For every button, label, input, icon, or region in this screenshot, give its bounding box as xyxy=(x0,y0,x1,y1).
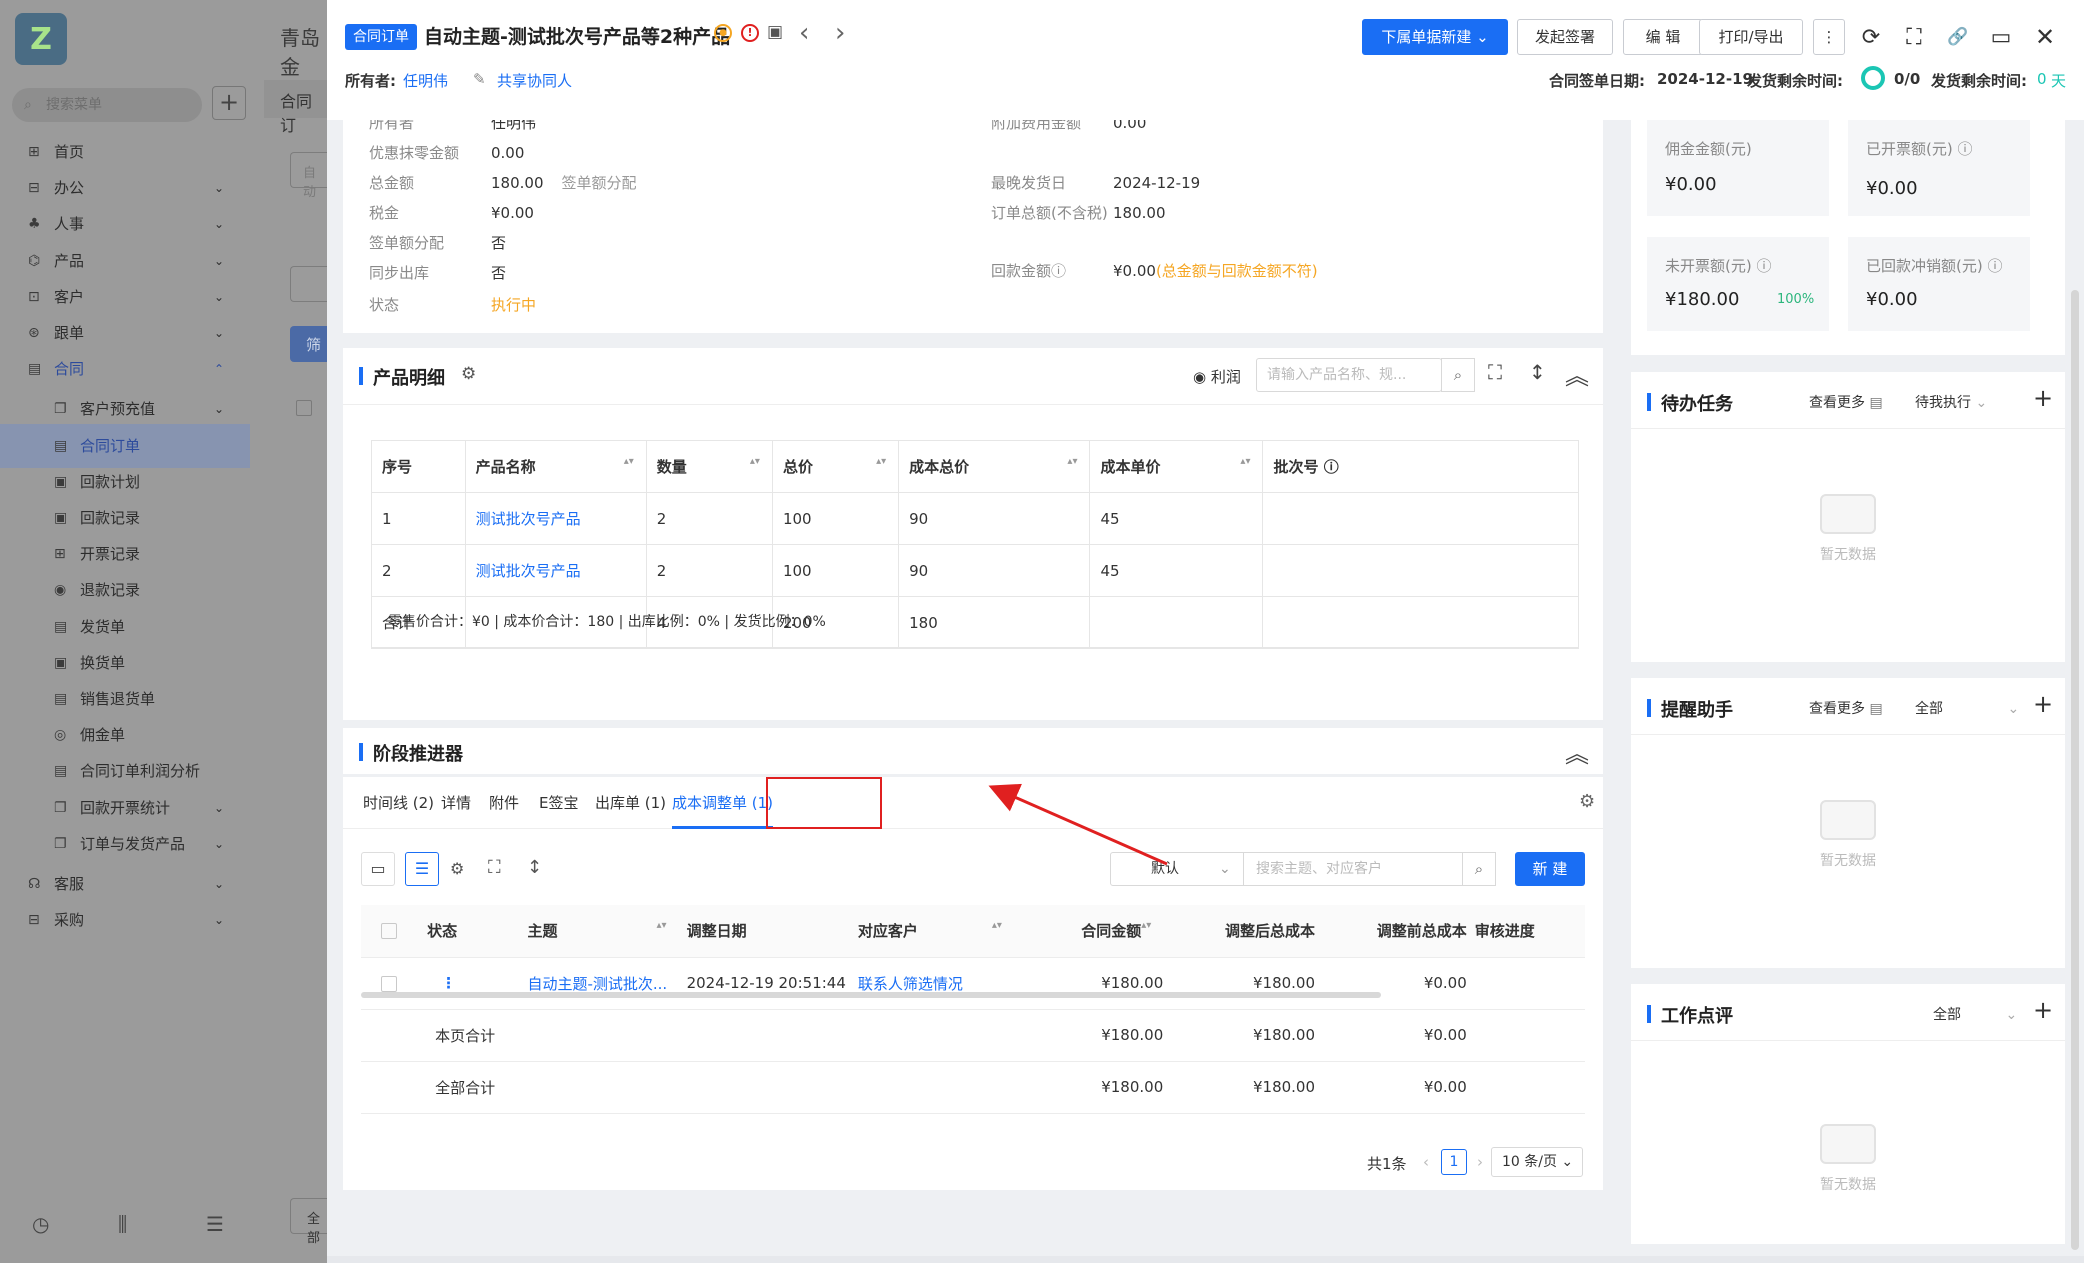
ship-ratio: 0/0 xyxy=(1894,70,1921,88)
drawer-header: 合同订单 自动主题-测试批次号产品等2种产品 ● ! ▣ ‹ › 下属单据新建 … xyxy=(327,0,2084,120)
pencil-icon: ✎ xyxy=(473,70,486,88)
ship-remaining-label: 发货剩余时间: xyxy=(1747,72,1843,90)
video-icon[interactable]: ▣ xyxy=(767,22,783,42)
status-dot-icon[interactable]: ● xyxy=(714,24,732,42)
contract-order-detail-drawer: 合同订单 自动主题-测试批次号产品等2种产品 ● ! ▣ ‹ › 下属单据新建 … xyxy=(327,0,2084,1256)
reminder-card: 提醒助手 查看更多 ▤ 全部 ⌄ + 暂无数据 xyxy=(1631,678,2065,968)
settings-sliders-icon[interactable]: ⫼ xyxy=(118,1212,127,1236)
bg-tab-label: 合同订 xyxy=(280,92,313,135)
record-title: 自动主题-测试批次号产品等2种产品 xyxy=(424,26,731,48)
next-record-icon[interactable]: › xyxy=(835,18,845,48)
bg-total-fragment: 全部 xyxy=(290,1198,327,1246)
stat-commission: 佣金金额(元) ¥0.00 xyxy=(1647,120,1829,216)
owner-label: 所有者: xyxy=(345,72,396,90)
empty-box-icon xyxy=(1820,800,1876,840)
sidebar-item-purchase[interactable]: ⊟ 采购 ⌄ xyxy=(0,898,250,942)
bg-checkbox xyxy=(296,400,312,416)
reminder-empty-state: 暂无数据 xyxy=(1773,800,1923,870)
share-collaborators-link[interactable]: 共享协同人 xyxy=(497,70,572,91)
sidebar-item-label: 合同 xyxy=(54,360,85,379)
menu-search-placeholder: 搜索菜单 xyxy=(46,97,102,113)
add-reminder-icon[interactable]: + xyxy=(2033,690,2053,718)
sign-date-label: 合同签单日期: xyxy=(1549,72,1645,90)
record-type-tag: 合同订单 xyxy=(345,24,417,50)
reminder-more-link[interactable]: 查看更多 ▤ xyxy=(1809,698,1883,718)
ship-remaining-label-2: 发货剩余时间: xyxy=(1931,72,2027,90)
empty-box-icon xyxy=(1820,1124,1876,1164)
chevron-icon: ⌃ xyxy=(214,362,225,377)
uninvoiced-percent: 100% xyxy=(1777,292,1815,307)
stat-writeoff: 已回款冲销额(元) ⓘ ¥0.00 xyxy=(1848,237,2030,331)
bg-input-fragment xyxy=(290,266,327,302)
sidebar-item-order-delivery[interactable]: ❐ 订单与发货产品 ⌄ xyxy=(0,822,250,866)
todo-more-link[interactable]: 查看更多 ▤ xyxy=(1809,392,1883,412)
stat-uninvoiced: 未开票额(元) ⓘ ¥180.00 100% xyxy=(1647,237,1829,331)
collapse-menu-icon[interactable]: ☰ xyxy=(206,1212,224,1236)
initiate-signing-button[interactable]: 发起签署 xyxy=(1517,19,1613,55)
more-actions-button[interactable]: ⋮ xyxy=(1813,19,1845,55)
sidebar: Z 青岛金 ⌕ 搜索菜单 + ⊞ 首页 ⊟ 办公 ⌄ ♣ 人事 ⌄ ⌬ 产品 ⌄ ⊡ 客户 ⌄ ⊛ 跟单 ⌄ ▤ 合… xyxy=(0,0,327,1263)
todo-empty-state: 暂无数据 xyxy=(1773,494,1923,564)
side-scrollbar[interactable] xyxy=(2071,290,2079,1250)
review-title: 工作点评 xyxy=(1647,1002,1733,1028)
purchase-icon: ⊟ xyxy=(28,912,40,929)
sign-date-value: 2024-12-19 xyxy=(1657,70,1753,88)
bg-search-fragment: 自动 xyxy=(290,152,327,200)
ship-progress-ring xyxy=(1861,66,1885,90)
detail-main-column: 所有者 任明伟 优惠抹零金额 0.00 总金额 180.00 签单额分配 税金 ¥0.00 签单额… xyxy=(327,120,1619,1256)
company-name: 青岛金 xyxy=(280,26,320,79)
work-review-card: 工作点评 全部 ⌄ + 暂无数据 xyxy=(1631,984,2065,1244)
previous-record-icon[interactable]: ‹ xyxy=(799,18,809,48)
close-icon[interactable]: ✕ xyxy=(2031,22,2059,52)
link-icon[interactable]: 🔗 xyxy=(1944,22,1972,52)
owner-link[interactable]: 任明伟 xyxy=(403,70,448,91)
review-filter-select[interactable]: 全部 ⌄ xyxy=(1933,1004,2017,1024)
order-delivery-icon: ❐ xyxy=(54,835,67,852)
bg-tab-fragment: 合同订 xyxy=(264,80,327,135)
ship-days-unit: 天 xyxy=(2051,72,2067,90)
chevron-icon: ⌄ xyxy=(214,836,225,851)
reminder-title: 提醒助手 xyxy=(1647,696,1733,722)
review-empty-state: 暂无数据 xyxy=(1773,1124,1923,1194)
amount-stats-card: 佣金金额(元) ¥0.00 已开票额(元) ⓘ ¥0.00 未开票额(元) ⓘ … xyxy=(1631,120,2065,355)
history-icon[interactable]: ◷ xyxy=(32,1212,49,1236)
edit-button[interactable]: 编 辑 xyxy=(1623,19,1703,55)
refresh-icon[interactable]: ⟳ xyxy=(1857,22,1885,52)
add-menu-button[interactable]: + xyxy=(212,86,246,120)
search-icon: ⌕ xyxy=(24,97,32,113)
todo-title: 待办任务 xyxy=(1647,390,1733,416)
ship-days-value: 0 xyxy=(2037,70,2047,88)
annotation-arrow xyxy=(988,783,1168,866)
detail-side-column: 佣金金额(元) ¥0.00 已开票额(元) ⓘ ¥0.00 未开票额(元) ⓘ … xyxy=(1619,120,2084,1256)
empty-box-icon xyxy=(1820,494,1876,534)
stat-invoiced: 已开票额(元) ⓘ ¥0.00 xyxy=(1848,120,2030,216)
bg-filter-button-fragment: 筛 xyxy=(290,326,327,362)
layout-icon[interactable]: ▭ xyxy=(1987,22,2015,52)
sidebar-item-contract[interactable]: ▤ 合同 ⌃ xyxy=(0,347,250,391)
print-export-button[interactable]: 打印/导出 xyxy=(1699,19,1803,55)
new-downstream-button[interactable]: 下属单据新建 ⌄ xyxy=(1362,19,1508,55)
add-review-icon[interactable]: + xyxy=(2033,996,2053,1024)
todo-card: 待办任务 查看更多 ▤ 待我执行 ⌄ + 暂无数据 xyxy=(1631,372,2065,662)
fullscreen-icon[interactable]: ⛶ xyxy=(1900,22,1928,52)
sidebar-item-label: 采购 xyxy=(54,911,85,930)
chevron-icon: ⌄ xyxy=(214,913,225,928)
reminder-filter-select[interactable]: 全部 ⌄ xyxy=(1915,698,2019,718)
add-todo-icon[interactable]: + xyxy=(2033,384,2053,412)
warning-icon[interactable]: ! xyxy=(741,24,759,42)
sidebar-bottom-bar: ◷ ⫼ ☰ xyxy=(0,1200,250,1248)
sidebar-item-label: 订单与发货产品 xyxy=(80,834,186,853)
menu-search-input[interactable]: ⌕ 搜索菜单 xyxy=(12,88,202,122)
todo-filter-select[interactable]: 待我执行 ⌄ xyxy=(1915,392,1987,412)
contract-icon: ▤ xyxy=(28,361,42,378)
app-logo: Z xyxy=(15,13,67,65)
